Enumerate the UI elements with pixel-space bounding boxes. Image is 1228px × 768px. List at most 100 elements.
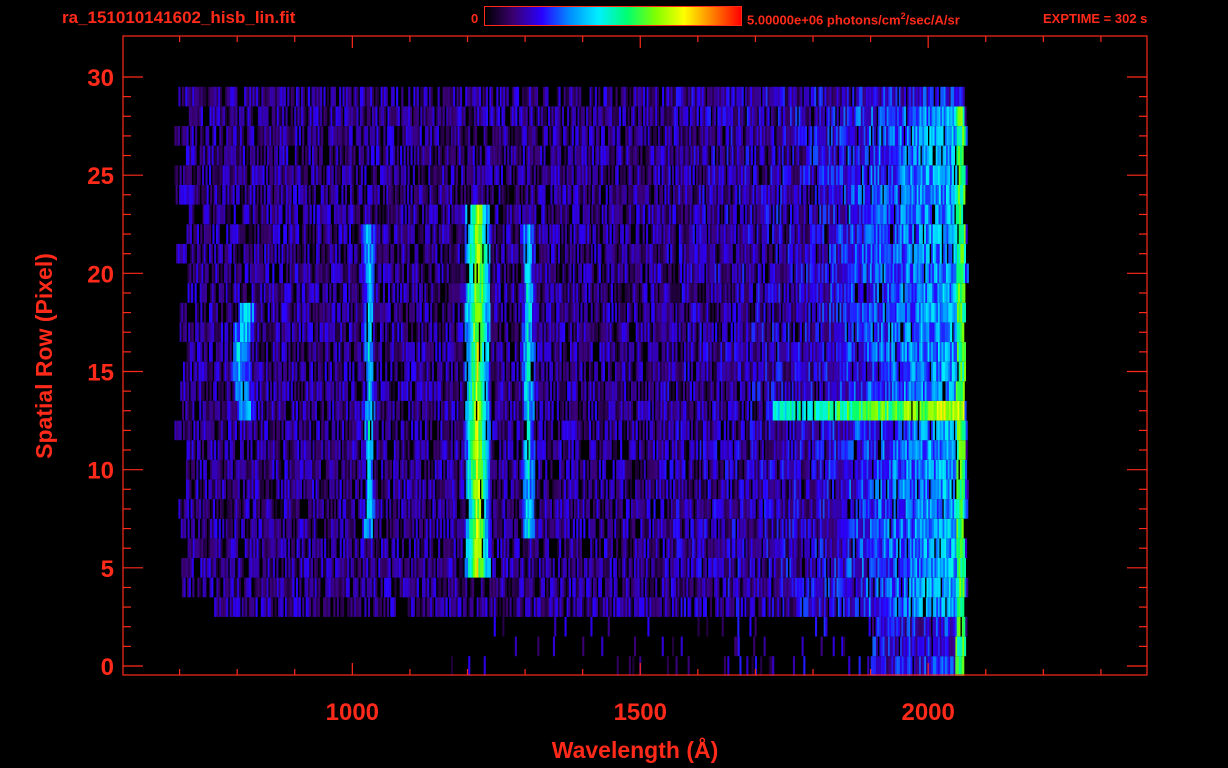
heatmap-cell — [722, 361, 725, 382]
heatmap-cell — [316, 499, 319, 519]
heatmap-cell — [900, 400, 903, 421]
heatmap-cell — [271, 420, 274, 441]
heatmap-cell — [831, 577, 834, 598]
heatmap-cell — [366, 381, 369, 401]
heatmap-cell — [328, 381, 331, 401]
heatmap-cell — [295, 558, 298, 578]
heatmap-cell — [369, 479, 372, 500]
heatmap-cell — [504, 381, 507, 401]
heatmap-cell — [343, 479, 346, 500]
heatmap-cell — [557, 538, 560, 558]
heatmap-cell — [829, 361, 832, 382]
heatmap-cell — [342, 400, 345, 421]
heatmap-cell — [511, 499, 514, 519]
heatmap-cell — [549, 558, 552, 578]
heatmap-cell — [445, 420, 448, 441]
heatmap-cell — [609, 597, 612, 617]
heatmap-cell — [828, 479, 831, 500]
heatmap-cell — [781, 499, 784, 519]
heatmap-cell — [450, 656, 453, 676]
heatmap-cell — [189, 440, 192, 460]
heatmap-cell — [962, 656, 965, 676]
heatmap-cell — [214, 440, 217, 460]
heatmap-cell — [697, 616, 700, 637]
heatmap-cell — [189, 479, 192, 500]
heatmap-cell — [407, 420, 410, 441]
heatmap-cell — [309, 558, 312, 578]
heatmap-cell — [791, 361, 794, 382]
heatmap-cell — [738, 479, 741, 500]
heatmap-cell — [741, 558, 744, 578]
heatmap-cell — [347, 499, 350, 519]
heatmap-cell — [855, 381, 858, 401]
heatmap-cell — [575, 361, 578, 382]
heatmap-cell — [306, 518, 309, 539]
heatmap-cell — [388, 459, 391, 480]
heatmap-cell — [321, 420, 324, 441]
heatmap-cell — [353, 459, 356, 480]
heatmap-cell — [940, 518, 943, 539]
heatmap-cell — [772, 440, 775, 460]
heatmap-cell — [564, 440, 567, 460]
heatmap-cell — [531, 479, 534, 500]
heatmap-cell — [347, 577, 350, 598]
heatmap-cell — [389, 381, 392, 401]
heatmap-cell — [447, 400, 450, 421]
heatmap-cell — [746, 440, 749, 460]
heatmap-cell — [867, 440, 870, 460]
heatmap-cell — [712, 499, 715, 519]
heatmap-cell — [538, 479, 541, 500]
heatmap-cell — [370, 518, 373, 539]
heatmap-cell — [428, 597, 431, 617]
heatmap-cell — [958, 518, 961, 539]
heatmap-cell — [924, 420, 927, 441]
heatmap-cell — [548, 400, 551, 421]
heatmap-cell — [798, 400, 801, 421]
heatmap-cell — [354, 577, 357, 598]
heatmap-cell — [860, 361, 863, 382]
heatmap-cell — [872, 558, 875, 578]
heatmap-cell — [233, 420, 236, 441]
heatmap-cell — [799, 479, 802, 500]
heatmap-cell — [667, 381, 670, 401]
heatmap-cell — [271, 499, 274, 519]
heatmap-cell — [381, 459, 384, 480]
heatmap-cell — [564, 420, 567, 441]
heatmap-cell — [321, 499, 324, 519]
heatmap-cell — [452, 558, 455, 578]
heatmap-cell — [821, 518, 824, 539]
heatmap-cell — [290, 381, 293, 401]
heatmap-cell — [276, 361, 279, 382]
heatmap-cell — [703, 597, 706, 617]
heatmap-cell — [687, 361, 690, 382]
heatmap-cell — [707, 479, 710, 500]
heatmap-cell — [741, 597, 744, 617]
heatmap-cell — [488, 479, 491, 500]
heatmap-cell — [408, 400, 411, 421]
heatmap-cell — [931, 499, 934, 519]
heatmap-cell — [462, 479, 465, 500]
heatmap-cell — [568, 597, 571, 617]
heatmap-cell — [962, 381, 965, 401]
heatmap-cell — [214, 558, 217, 578]
heatmap-cell — [369, 459, 372, 480]
heatmap-cell — [359, 499, 362, 519]
heatmap-cell — [689, 381, 692, 401]
heatmap-cell — [871, 538, 874, 558]
heatmap-cell — [702, 538, 705, 558]
heatmap-cell — [894, 597, 897, 617]
heatmap-cell — [495, 597, 498, 617]
heatmap-cell — [359, 361, 362, 382]
heatmap-cell — [751, 656, 754, 676]
heatmap-cell — [722, 597, 725, 617]
heatmap-cell — [666, 440, 669, 460]
heatmap-cell — [737, 616, 740, 637]
heatmap-cell — [855, 400, 858, 421]
heatmap-cell — [783, 538, 786, 558]
heatmap-cell — [929, 440, 932, 460]
heatmap-cell — [314, 400, 317, 421]
heatmap-cell — [895, 538, 898, 558]
heatmap-cell — [183, 577, 186, 598]
heatmap-cell — [385, 577, 388, 598]
heatmap-cell — [289, 518, 292, 539]
